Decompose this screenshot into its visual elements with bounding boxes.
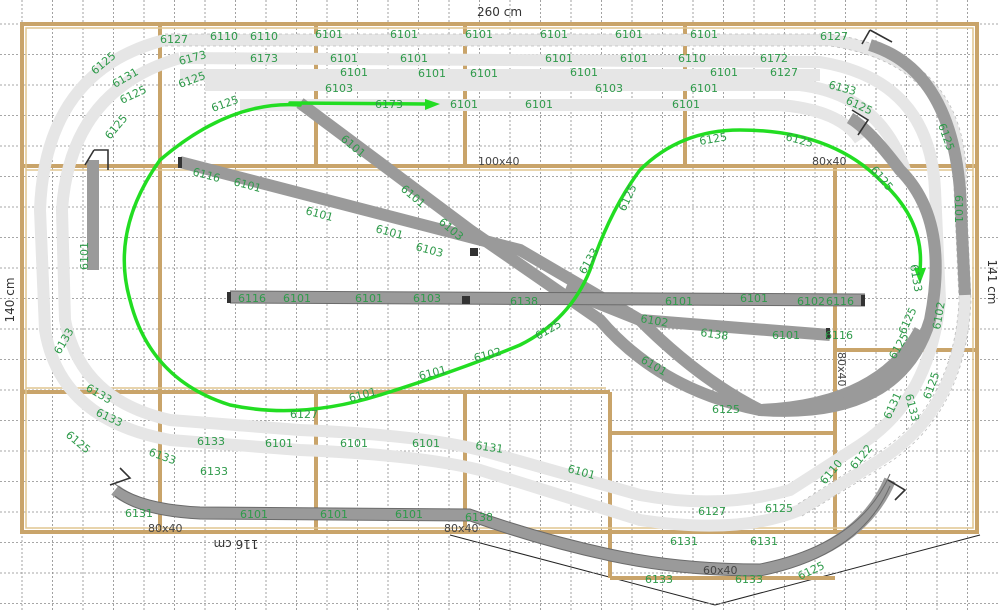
piece-label: 6101 xyxy=(340,437,368,450)
piece-label: 6127 xyxy=(698,505,726,518)
piece-label: 6133 xyxy=(645,573,673,586)
piece-label: 6133 xyxy=(147,446,178,468)
piece-label: 6125 xyxy=(712,403,740,416)
piece-label: 6101 xyxy=(340,66,368,79)
piece-label: 6101 xyxy=(412,437,440,450)
piece-label: 6110 xyxy=(250,30,278,43)
dimension-left: 140 cm xyxy=(3,277,17,322)
piece-label: 6101 xyxy=(772,329,800,342)
piece-label: 6138 xyxy=(510,295,538,308)
piece-label: 6101 xyxy=(615,28,643,41)
piece-label: 6101 xyxy=(320,508,348,521)
piece-label: 6101 xyxy=(620,52,648,65)
piece-label: 6133 xyxy=(907,263,925,293)
piece-label: 6172 xyxy=(760,52,788,65)
piece-label: 6173 xyxy=(177,48,207,68)
zone-label-bottom-left: 80x40 xyxy=(148,522,183,535)
dimension-right: 141 cm xyxy=(985,259,999,304)
piece-label: 6102 xyxy=(472,345,502,365)
dimension-bottom: 116 cm xyxy=(213,537,258,551)
piece-label: 6101 xyxy=(355,292,383,305)
piece-label: 6101 xyxy=(665,295,693,308)
piece-label: 6101 xyxy=(417,363,447,383)
zone-label-right-upper: 80x40 xyxy=(812,155,847,168)
track-plan-svg: 260 cm 140 cm 141 cm 116 cm 100x40 80x40… xyxy=(0,0,1000,611)
zone-label-right-side: 80x40 xyxy=(835,352,848,387)
piece-label: 6101 xyxy=(240,508,268,521)
piece-label: 6133 xyxy=(197,435,225,448)
piece-label: 6101 xyxy=(710,66,738,79)
piece-label: 6138 xyxy=(465,511,493,524)
piece-label: 6103 xyxy=(325,82,353,95)
piece-label: 6101 xyxy=(545,52,573,65)
track-plan-canvas: 260 cm 140 cm 141 cm 116 cm 100x40 80x40… xyxy=(0,0,1000,611)
piece-label: 6116 xyxy=(826,295,854,308)
piece-label: 6101 xyxy=(374,222,404,242)
piece-label: 6101 xyxy=(690,28,718,41)
piece-label: 6125 xyxy=(102,112,130,142)
piece-label: 6101 xyxy=(330,52,358,65)
piece-label: 6125 xyxy=(616,182,640,213)
piece-label: 6101 xyxy=(540,28,568,41)
piece-label: 6116 xyxy=(238,292,266,305)
piece-label: 6110 xyxy=(678,52,706,65)
piece-label: 6125 xyxy=(210,93,241,115)
piece-label: 6173 xyxy=(375,98,403,111)
piece-label: 6101 xyxy=(283,292,311,305)
piece-label: 6173 xyxy=(250,52,278,65)
piece-label: 6101 xyxy=(315,28,343,41)
piece-label: 6127 xyxy=(290,408,318,421)
piece-label: 6101 xyxy=(418,67,446,80)
piece-label: 6101 xyxy=(952,195,965,223)
piece-label: 6101 xyxy=(672,98,700,111)
piece-label: 6101 xyxy=(470,67,498,80)
zone-label-bottom-right: 60x40 xyxy=(703,564,738,577)
piece-label: 6125 xyxy=(533,317,564,342)
piece-label: 6101 xyxy=(78,242,91,270)
piece-label: 6101 xyxy=(570,66,598,79)
piece-label: 6101 xyxy=(450,98,478,111)
piece-label: 6101 xyxy=(740,292,768,305)
piece-label: 6101 xyxy=(304,204,334,224)
dimension-top: 260 cm xyxy=(477,5,522,19)
piece-label: 6102 xyxy=(797,295,825,308)
piece-label: 6138 xyxy=(700,326,730,343)
piece-label: 6127 xyxy=(770,66,798,79)
piece-label: 6125 xyxy=(765,502,793,515)
piece-label: 6101 xyxy=(525,98,553,111)
piece-label: 6101 xyxy=(395,508,423,521)
piece-label: 6127 xyxy=(160,33,188,46)
piece-label: 6101 xyxy=(400,52,428,65)
piece-label: 6131 xyxy=(125,507,153,520)
piece-label: 6103 xyxy=(413,292,441,305)
piece-label: 6125 xyxy=(63,428,93,456)
piece-label: 6103 xyxy=(595,82,623,95)
piece-label: 6101 xyxy=(265,437,293,450)
piece-label: 6110 xyxy=(210,30,238,43)
piece-label: 6101 xyxy=(390,28,418,41)
piece-label: 6133 xyxy=(576,246,601,277)
piece-label: 6101 xyxy=(465,28,493,41)
piece-label: 6101 xyxy=(690,82,718,95)
piece-label: 6116 xyxy=(825,329,853,342)
piece-label: 6131 xyxy=(670,535,698,548)
piece-label: 6125 xyxy=(784,130,814,150)
piece-label: 6133 xyxy=(735,573,763,586)
zone-label-top-center: 100x40 xyxy=(478,155,520,168)
piece-label: 6127 xyxy=(820,30,848,43)
piece-label: 6131 xyxy=(750,535,778,548)
piece-label: 6133 xyxy=(200,465,228,478)
